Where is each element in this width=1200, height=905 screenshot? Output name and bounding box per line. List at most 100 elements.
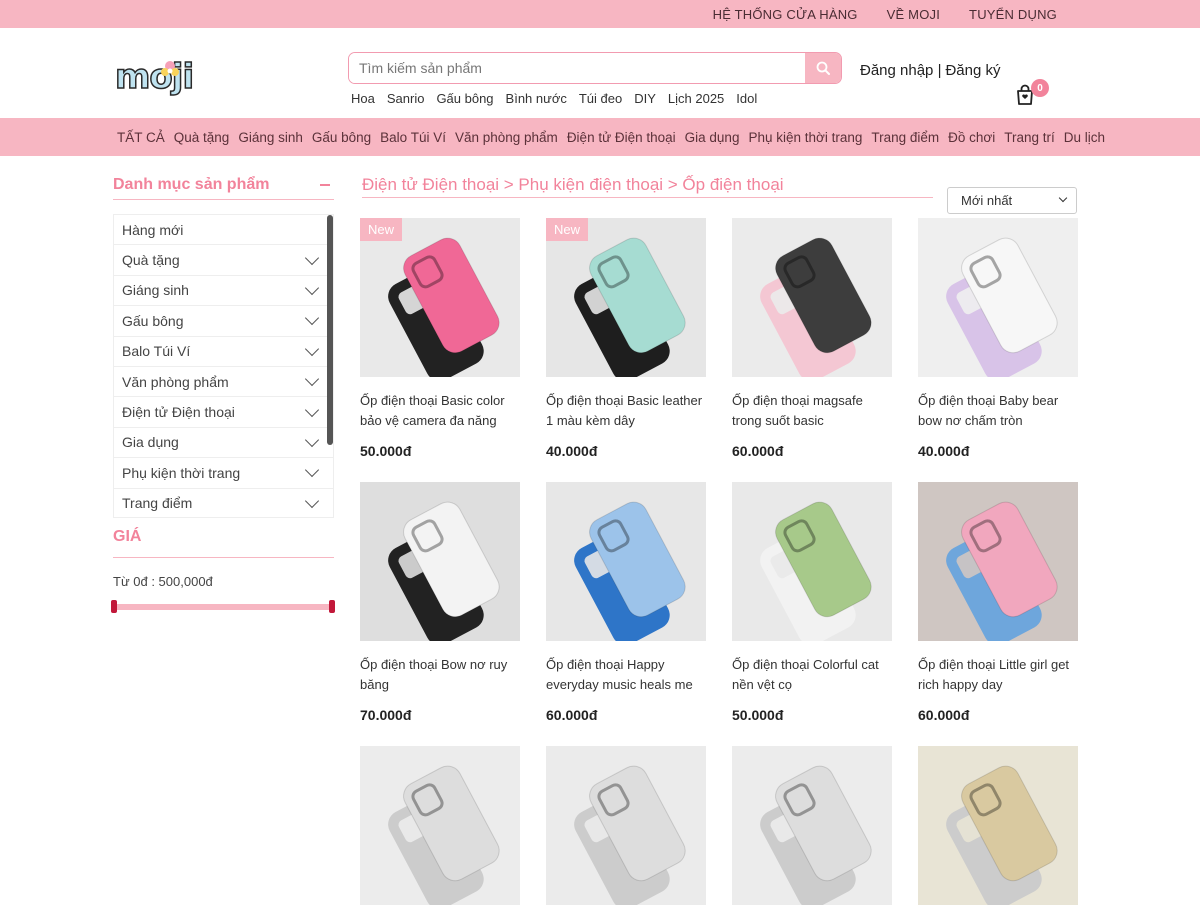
minus-icon[interactable] — [320, 183, 330, 186]
nav-item-plush[interactable]: Gấu bông — [312, 130, 371, 145]
sidebar-header[interactable]: Danh mục sản phẩm — [113, 170, 334, 200]
phone-case-illustration — [574, 237, 686, 377]
sidebar-item[interactable]: Gia dụng — [114, 428, 333, 459]
product-name[interactable]: Ốp điện thoại Colorful cat nền vệt cọ — [732, 655, 892, 695]
search-button[interactable] — [805, 53, 841, 83]
price-slider[interactable] — [111, 600, 335, 613]
sidebar-item-label: Gia dụng — [122, 434, 179, 451]
sort-select[interactable]: Mới nhất — [947, 187, 1077, 214]
nav-item-gifts[interactable]: Quà tặng — [174, 130, 230, 145]
product-image[interactable] — [918, 746, 1078, 905]
quick-tag[interactable]: Idol — [736, 91, 757, 106]
product-image[interactable] — [732, 218, 892, 377]
product-name[interactable]: Ốp điện thoại Happy everyday music heals… — [546, 655, 706, 695]
product-image[interactable]: New — [546, 218, 706, 377]
nav-item-decor[interactable]: Trang trí — [1004, 130, 1055, 145]
top-bar: HỆ THỐNG CỬA HÀNG VỀ MOJI TUYỂN DỤNG — [0, 0, 1200, 28]
chevron-down-icon[interactable] — [304, 402, 320, 417]
sidebar-item[interactable]: Quà tặng — [114, 245, 333, 276]
quick-tag[interactable]: Gấu bông — [436, 91, 493, 106]
moji-logo[interactable]: moji — [113, 56, 209, 100]
product-card[interactable] — [360, 746, 520, 905]
chevron-down-icon[interactable] — [304, 432, 320, 447]
chevron-down-icon[interactable] — [304, 311, 320, 326]
product-card[interactable]: Ốp điện thoại magsafe trong suốt basic 60… — [732, 218, 892, 482]
product-card[interactable] — [732, 746, 892, 905]
product-card[interactable]: Ốp điện thoại Little girl get rich happy… — [918, 482, 1078, 746]
breadcrumb[interactable]: Điện tử Điện thoại > Phụ kiện điện thoại… — [362, 175, 933, 198]
register-link[interactable]: Đăng ký — [945, 62, 1000, 79]
product-card[interactable] — [546, 746, 706, 905]
product-name[interactable]: Ốp điện thoại Baby bear bow nơ chấm tròn — [918, 391, 1078, 431]
sidebar-item[interactable]: Phụ kiện thời trang — [114, 458, 333, 489]
sidebar-item[interactable]: Balo Túi Ví — [114, 337, 333, 367]
chevron-down-icon[interactable] — [304, 280, 320, 296]
chevron-down-icon[interactable] — [304, 250, 320, 265]
chevron-down-icon[interactable] — [304, 372, 320, 387]
nav-item-household[interactable]: Gia dụng — [685, 130, 740, 145]
product-image[interactable] — [546, 482, 706, 641]
product-image[interactable] — [918, 482, 1078, 641]
sidebar-item[interactable]: Giáng sinh — [114, 276, 333, 307]
product-image[interactable] — [546, 746, 706, 905]
price-slider-min-handle[interactable] — [111, 600, 117, 613]
search-input[interactable] — [349, 53, 805, 83]
sidebar-item[interactable]: Hàng mới — [114, 215, 333, 246]
about-moji-link[interactable]: VỀ MOJI — [887, 7, 940, 22]
price-slider-max-handle[interactable] — [329, 600, 335, 613]
product-image[interactable]: New — [360, 218, 520, 377]
product-card[interactable]: Ốp điện thoại Baby bear bow nơ chấm tròn… — [918, 218, 1078, 482]
nav-item-makeup[interactable]: Trang điểm — [871, 130, 939, 145]
sidebar-item[interactable]: Gấu bông — [114, 306, 333, 337]
product-card[interactable] — [918, 746, 1078, 905]
sidebar-item[interactable]: Văn phòng phẩm — [114, 367, 333, 398]
new-badge: New — [546, 218, 589, 241]
quick-tag[interactable]: Sanrio — [387, 91, 425, 106]
product-name[interactable]: Ốp điện thoại magsafe trong suốt basic — [732, 391, 892, 431]
chevron-down-icon[interactable] — [304, 341, 320, 356]
quick-tag[interactable]: Túi đeo — [579, 91, 622, 106]
sidebar-item-label: Balo Túi Ví — [122, 343, 191, 360]
nav-item-bags[interactable]: Balo Túi Ví — [380, 130, 446, 145]
quick-tag[interactable]: Hoa — [351, 91, 375, 106]
product-card[interactable]: Ốp điện thoại Happy everyday music heals… — [546, 482, 706, 746]
nav-item-toys[interactable]: Đồ chơi — [948, 130, 995, 145]
nav-item-christmas[interactable]: Giáng sinh — [238, 130, 303, 145]
search-icon — [816, 61, 830, 75]
chevron-down-icon[interactable] — [304, 493, 320, 508]
product-image[interactable] — [732, 746, 892, 905]
quick-tag[interactable]: Lịch 2025 — [668, 91, 724, 106]
quick-tag[interactable]: Bình nước — [506, 91, 567, 106]
product-image[interactable] — [732, 482, 892, 641]
product-image[interactable] — [360, 482, 520, 641]
nav-item-all[interactable]: TẤT CẢ — [117, 130, 165, 145]
nav-item-stationery[interactable]: Văn phòng phẩm — [455, 130, 558, 145]
scrollbar[interactable] — [327, 215, 333, 445]
product-name[interactable]: Ốp điện thoại Little girl get rich happy… — [918, 655, 1078, 695]
store-system-link[interactable]: HỆ THỐNG CỬA HÀNG — [713, 7, 858, 22]
login-link[interactable]: Đăng nhập | — [860, 62, 941, 79]
phone-case-illustration — [574, 765, 686, 905]
recruitment-link[interactable]: TUYỂN DỤNG — [969, 7, 1057, 22]
product-price: 50.000đ — [360, 443, 412, 459]
product-name[interactable]: Ốp điện thoại Basic color bảo vệ camera … — [360, 391, 520, 431]
sidebar-item[interactable]: Điện tử Điện thoại — [114, 397, 333, 428]
chevron-down-icon[interactable] — [304, 463, 320, 478]
chevron-down-icon — [1058, 193, 1068, 203]
phone-case-illustration — [388, 501, 500, 641]
product-image[interactable] — [360, 746, 520, 905]
sidebar-item[interactable]: Trang điểm — [114, 489, 333, 517]
nav-item-travel[interactable]: Du lịch — [1064, 130, 1105, 145]
nav-item-fashion-accessories[interactable]: Phụ kiện thời trang — [748, 130, 862, 145]
product-card[interactable]: New Ốp điện thoại Basic leather 1 màu kèm… — [546, 218, 706, 482]
nav-item-electronics[interactable]: Điện tử Điện thoại — [567, 130, 676, 145]
product-price: 60.000đ — [732, 443, 784, 459]
phone-case-illustration — [388, 237, 500, 377]
quick-tag[interactable]: DIY — [634, 91, 656, 106]
product-name[interactable]: Ốp điện thoại Bow nơ ruy băng — [360, 655, 520, 695]
product-card[interactable]: Ốp điện thoại Colorful cat nền vệt cọ 50.… — [732, 482, 892, 746]
product-image[interactable] — [918, 218, 1078, 377]
product-card[interactable]: New Ốp điện thoại Basic color bảo vệ came… — [360, 218, 520, 482]
product-card[interactable]: Ốp điện thoại Bow nơ ruy băng 70.000đ — [360, 482, 520, 746]
product-name[interactable]: Ốp điện thoại Basic leather 1 màu kèm dâ… — [546, 391, 706, 431]
